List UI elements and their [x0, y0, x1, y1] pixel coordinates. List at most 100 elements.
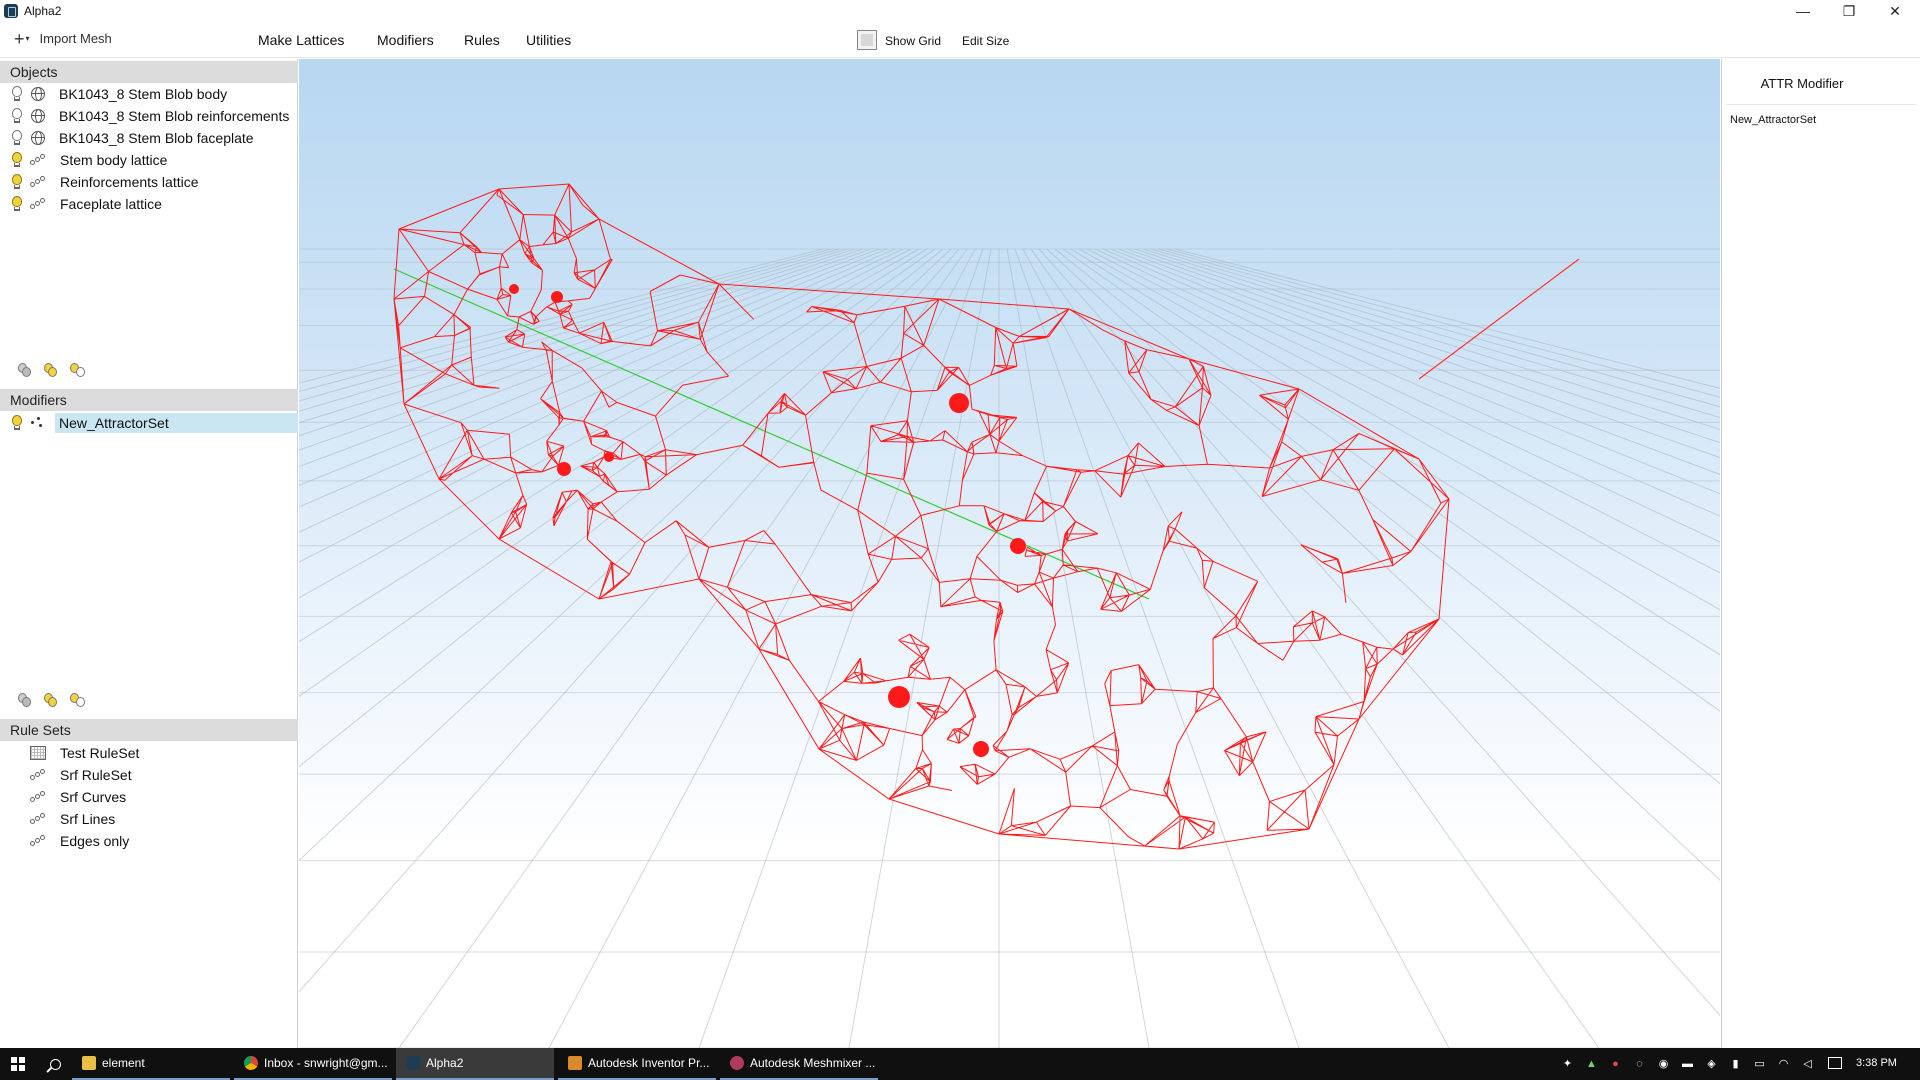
ruleset-label: Srf Lines	[60, 811, 116, 827]
search-icon	[49, 1058, 61, 1070]
inventor-icon	[568, 1056, 582, 1070]
taskbar-app-chrome[interactable]: Inbox - snwright@gm...	[234, 1048, 392, 1080]
network-drive-icon[interactable]: ◉	[1657, 1058, 1670, 1070]
visibility-bulb-icon[interactable]	[10, 195, 24, 213]
attr-divider	[1726, 104, 1916, 105]
autodesk-icon[interactable]: ▲	[1585, 1058, 1598, 1070]
taskbar: element Inbox - snwright@gm... Alpha2 Au…	[0, 1048, 1920, 1080]
attractor-point[interactable]	[557, 462, 571, 476]
attractor-point[interactable]	[888, 686, 910, 708]
mesh-globe-icon	[31, 87, 45, 101]
clock[interactable]: 3:38 PM	[1856, 1057, 1897, 1069]
object-label: BK1043_8 Stem Blob faceplate	[59, 130, 254, 146]
visibility-bulb-icon[interactable]	[10, 85, 24, 103]
alpha2-icon	[406, 1056, 420, 1070]
menu-make-lattices[interactable]: Make Lattices	[258, 32, 344, 48]
object-label: BK1043_8 Stem Blob body	[59, 86, 228, 102]
visibility-bulb-icon[interactable]	[10, 129, 24, 147]
lattice-icon	[30, 154, 46, 166]
show-all-icon[interactable]	[42, 361, 58, 381]
taskbar-app-meshmixer[interactable]: Autodesk Meshmixer ...	[720, 1048, 878, 1080]
show-all-icon[interactable]	[42, 691, 58, 711]
taskbar-app-element[interactable]: element	[72, 1048, 230, 1080]
notification-icon[interactable]	[1828, 1057, 1842, 1069]
ruleset-row[interactable]: Srf RuleSet	[0, 764, 298, 786]
taskbar-app-inventor[interactable]: Autodesk Inventor Pr...	[558, 1048, 716, 1080]
object-label: Faceplate lattice	[60, 196, 162, 212]
lattice-wireframe	[393, 183, 1580, 850]
object-row[interactable]: Faceplate lattice	[0, 193, 298, 215]
ruleset-row[interactable]: Srf Curves	[0, 786, 298, 808]
taskbar-app-label: Inbox - snwright@gm...	[264, 1056, 388, 1070]
attractor-point[interactable]	[509, 284, 519, 294]
wifi-icon[interactable]: ◠	[1777, 1058, 1790, 1070]
taskbar-app-label: Alpha2	[426, 1056, 464, 1070]
attractor-point[interactable]	[551, 291, 563, 303]
ruleset-row[interactable]: Srf Lines	[0, 808, 298, 830]
hide-all-icon[interactable]	[16, 691, 32, 711]
app-icon	[4, 4, 18, 18]
ruleset-row[interactable]: Test RuleSet	[0, 742, 298, 764]
edit-size-button[interactable]: Edit Size	[962, 34, 1009, 48]
show-grid-checkbox[interactable]	[857, 30, 877, 50]
attractor-point[interactable]	[949, 393, 969, 413]
object-row[interactable]: Reinforcements lattice	[0, 171, 298, 193]
start-button[interactable]	[0, 1048, 36, 1080]
visibility-bulb-icon[interactable]	[10, 151, 24, 169]
toolbar: + ▾ Import Mesh Make Lattices Modifiers …	[0, 22, 1920, 58]
visibility-bulb-icon[interactable]	[10, 173, 24, 191]
dropbox-icon[interactable]: ✦	[1561, 1058, 1574, 1070]
plus-icon: +	[14, 28, 25, 49]
menu-utilities[interactable]: Utilities	[526, 32, 571, 48]
object-row[interactable]: BK1043_8 Stem Blob reinforcements	[0, 105, 298, 127]
modifier-row[interactable]: New_AttractorSet	[0, 412, 298, 434]
battery-icon[interactable]: ▭	[1753, 1058, 1766, 1070]
attractor-point[interactable]	[1010, 538, 1026, 554]
lattice-icon	[30, 769, 46, 781]
volume-icon[interactable]: ◁	[1801, 1058, 1814, 1070]
lock-icon[interactable]: ▮	[1729, 1058, 1742, 1070]
object-row[interactable]: Stem body lattice	[0, 149, 298, 171]
object-label: Stem body lattice	[60, 152, 168, 168]
visibility-bulb-icon[interactable]	[10, 107, 24, 125]
chrome-icon	[244, 1056, 258, 1070]
lattice-icon	[30, 176, 46, 188]
attr-panel-title: ATTR Modifier	[1760, 76, 1844, 91]
menu-modifiers[interactable]: Modifiers	[377, 32, 434, 48]
storage-icon[interactable]: ▬	[1681, 1058, 1694, 1070]
attr-item[interactable]: New_AttractorSet	[1730, 114, 1816, 126]
hide-all-icon[interactable]	[16, 361, 32, 381]
windows-logo-icon	[11, 1057, 25, 1071]
close-button[interactable]: ✕	[1872, 0, 1918, 22]
3d-viewport[interactable]	[299, 59, 1720, 1048]
import-mesh-label: Import Mesh	[39, 31, 112, 46]
visibility-bulb-icon[interactable]	[10, 414, 24, 432]
toggle-visibility-icon[interactable]	[68, 361, 85, 381]
ruleset-label: Srf RuleSet	[60, 767, 132, 783]
ruleset-label: Test RuleSet	[60, 745, 140, 761]
object-row[interactable]: BK1043_8 Stem Blob faceplate	[0, 127, 298, 149]
lattice-icon	[30, 835, 46, 847]
show-grid-label[interactable]: Show Grid	[885, 34, 941, 48]
minimize-button[interactable]: —	[1780, 0, 1826, 22]
restore-button[interactable]: ❐	[1826, 0, 1872, 22]
lattice-icon	[30, 198, 46, 210]
mesh-globe-icon	[31, 131, 45, 145]
attractor-point[interactable]	[604, 452, 614, 462]
object-row[interactable]: BK1043_8 Stem Blob body	[0, 83, 298, 105]
ruleset-grid-icon	[30, 746, 46, 760]
security-icon[interactable]: ◈	[1705, 1058, 1718, 1070]
taskbar-app-alpha2[interactable]: Alpha2	[396, 1048, 554, 1080]
menu-rules[interactable]: Rules	[464, 32, 500, 48]
search-button[interactable]	[40, 1048, 70, 1080]
attractor-point[interactable]	[973, 741, 989, 757]
lattice-icon	[30, 791, 46, 803]
sync-icon[interactable]: ◌	[1633, 1058, 1646, 1070]
toggle-visibility-icon[interactable]	[68, 691, 85, 711]
lattice-struts	[393, 183, 1450, 850]
antivirus-icon[interactable]: ●	[1609, 1058, 1622, 1070]
rule-sets-header: Rule Sets	[0, 719, 298, 741]
x-axis-line	[1418, 258, 1580, 380]
ruleset-row[interactable]: Edges only	[0, 830, 298, 852]
import-mesh-button[interactable]: + ▾ Import Mesh	[14, 28, 112, 49]
